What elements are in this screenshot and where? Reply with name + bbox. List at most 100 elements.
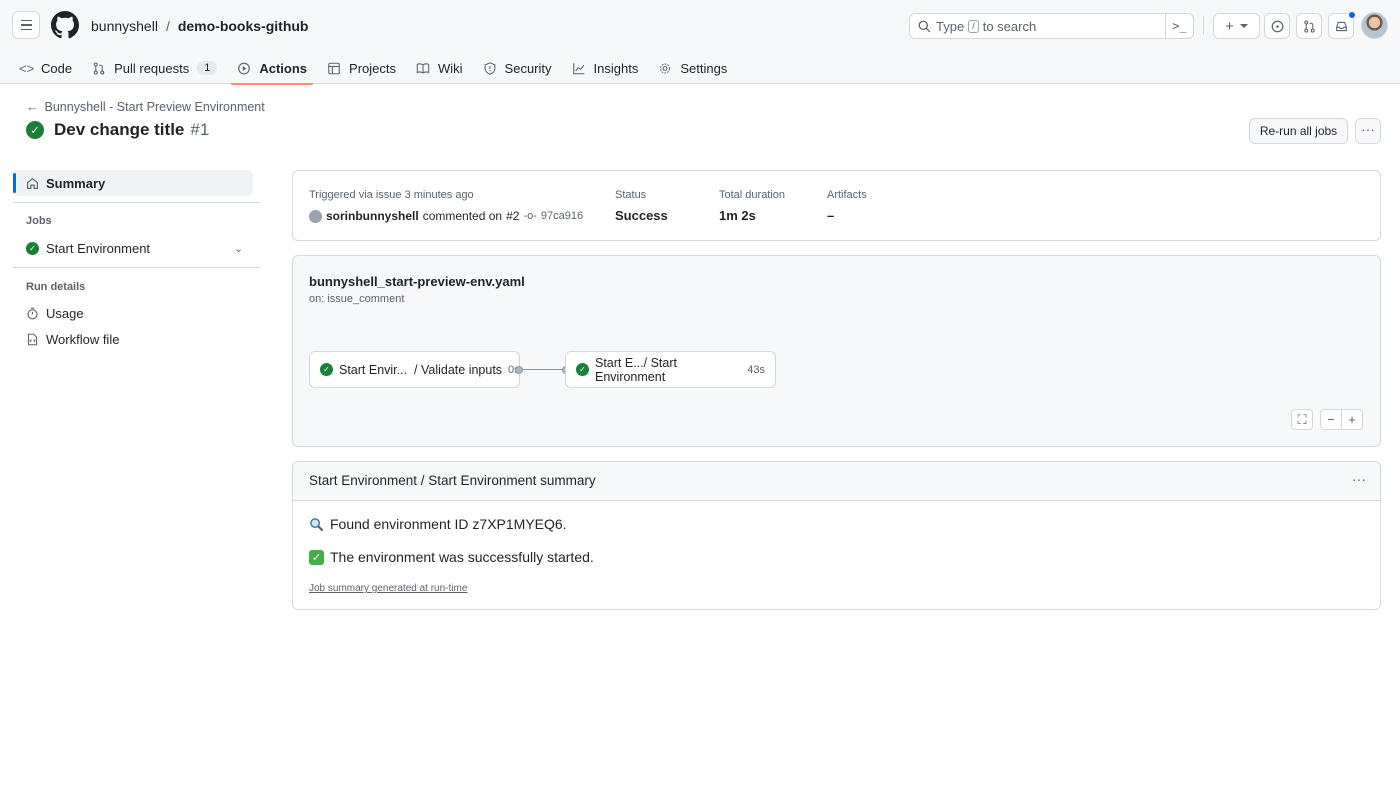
job-summary-header: Start Environment / Start Environment su… [293,462,1380,501]
summary-line-text: The environment was successfully started… [330,549,594,565]
run-summary-card: Triggered via issue 3 minutes ago sorinb… [292,170,1381,241]
tab-pull-requests[interactable]: Pull requests 1 [82,52,227,84]
search-icon [918,20,931,33]
pull-requests-button[interactable] [1296,13,1322,39]
command-palette-icon[interactable]: >_ [1165,14,1193,38]
job-node-validate-inputs[interactable]: ✓ Start Envir... / Validate inputs 0s [309,351,520,388]
sidebar-item-summary[interactable]: Summary [26,176,105,191]
sidebar-divider [13,267,260,268]
tab-wiki-label: Wiki [438,60,463,76]
artifacts-label: Artifacts [827,189,867,201]
tab-actions-label: Actions [259,60,308,76]
more-options-icon[interactable]: ··· [1352,471,1366,487]
summary-line-found: Found environment ID z7XP1MYEQ6. [309,516,567,532]
issue-opened-icon [1271,20,1283,32]
commit-sha-link[interactable]: 97ca916 [541,210,583,222]
sidebar-item-start-environment[interactable]: ✓ Start Environment [26,241,150,256]
actor-link[interactable]: sorinbunnyshell [326,209,419,223]
menu-icon[interactable] [12,11,40,39]
header-divider [1203,16,1204,34]
search-placeholder-pre: Type [936,19,965,34]
job-summary-card: Start Environment / Start Environment su… [292,461,1381,610]
notification-dot [1348,11,1356,19]
search-placeholder: Type / to search [936,19,1036,34]
issue-link[interactable]: #2 [506,209,519,223]
rerun-all-jobs-button[interactable]: Re-run all jobs [1249,118,1348,144]
summary-line-started: ✓ The environment was successfully start… [309,549,594,565]
tab-insights[interactable]: Insights [562,52,649,84]
success-check-icon: ✓ [576,363,589,376]
tab-code[interactable]: <> Code [0,52,82,84]
search-input[interactable]: Type / to search >_ [909,13,1194,39]
connector-knob [515,366,523,374]
tab-insights-label: Insights [593,60,639,76]
trigger-label: Triggered via issue 3 minutes ago [309,189,474,201]
pull-request-icon [1303,19,1315,33]
job-node-start-environment[interactable]: ✓ Start E.../ Start Environment 43s [565,351,776,388]
workflow-file-name: bunnyshell_start-preview-env.yaml [309,274,525,289]
sidebar-item-label: Usage [46,306,84,321]
repo-breadcrumb: bunnyshell / demo-books-github [91,18,308,34]
page-title: ✓ Dev change title #1 [26,120,209,140]
inbox-icon [1335,21,1347,31]
create-new-button[interactable]: + [1213,13,1260,39]
back-to-workflow-link[interactable]: ← Bunnyshell - Start Preview Environment [26,100,265,114]
trigger-details: sorinbunnyshell commented on #2 -o- 97ca… [309,209,583,223]
shield-icon [484,61,495,75]
play-icon [238,62,251,74]
tab-actions[interactable]: Actions [227,52,317,85]
workflow-graph-card: bunnyshell_start-preview-env.yaml on: is… [292,255,1381,447]
tab-settings[interactable]: Settings [648,52,737,84]
user-avatar[interactable] [1361,12,1388,39]
magnifying-glass-icon [310,517,324,531]
gear-icon [660,63,671,73]
tab-code-label: Code [41,60,73,76]
pull-request-icon [93,61,105,75]
run-title: Dev change title [54,120,185,139]
status-value: Success [615,208,668,223]
tab-security[interactable]: Security [473,52,562,84]
sidebar-divider [13,202,260,203]
sidebar-item-workflow-file[interactable]: Workflow file [26,332,119,347]
search-placeholder-post: to search [982,19,1037,34]
artifacts-value: – [827,208,835,223]
file-code-icon [27,333,38,346]
repo-owner-link[interactable]: bunnyshell [91,18,158,34]
chevron-down-icon[interactable]: ⌄ [234,242,243,255]
trigger-action-text: commented on [422,209,503,223]
sidebar-jobs-heading: Jobs [26,215,52,227]
job-node-label: Start Envir... / Validate inputs [339,362,503,377]
tab-projects-label: Projects [349,60,396,76]
github-logo-icon[interactable] [51,11,79,39]
more-options-icon[interactable]: ··· [1355,118,1381,144]
repo-name-link[interactable]: demo-books-github [178,18,309,34]
tab-security-label: Security [504,60,552,76]
success-check-icon: ✓ [26,121,44,139]
success-check-icon: ✓ [320,363,333,376]
duration-label: Total duration [719,189,786,201]
job-summary-footer-link[interactable]: Job summary generated at run-time [309,583,467,594]
plus-icon: + [1225,17,1234,35]
summary-line-text: Found environment ID z7XP1MYEQ6. [330,516,567,532]
issues-button[interactable] [1264,13,1290,39]
sidebar-run-details-heading: Run details [26,281,86,293]
sidebar-item-usage[interactable]: Usage [26,306,84,321]
table-icon [328,62,340,74]
home-icon [27,177,38,189]
tab-projects[interactable]: Projects [317,52,406,84]
sidebar-item-label: Workflow file [46,332,120,347]
job-summary-title: Start Environment / Start Environment su… [309,473,596,488]
breadcrumb-separator: / [165,18,170,34]
zoom-in-icon[interactable]: + [1341,409,1363,430]
tab-wiki[interactable]: Wiki [406,52,473,84]
code-icon: <> [19,60,35,76]
pull-requests-count: 1 [197,61,218,75]
workflow-name: Bunnyshell - Start Preview Environment [44,100,265,114]
graph-icon [572,62,584,74]
actor-avatar [309,209,322,223]
job-connector [519,369,566,370]
sidebar-item-label: Start Environment [46,241,151,256]
book-icon [416,62,430,74]
zoom-out-icon[interactable]: − [1320,409,1342,430]
fullscreen-icon[interactable]: ⛶ [1291,409,1313,430]
